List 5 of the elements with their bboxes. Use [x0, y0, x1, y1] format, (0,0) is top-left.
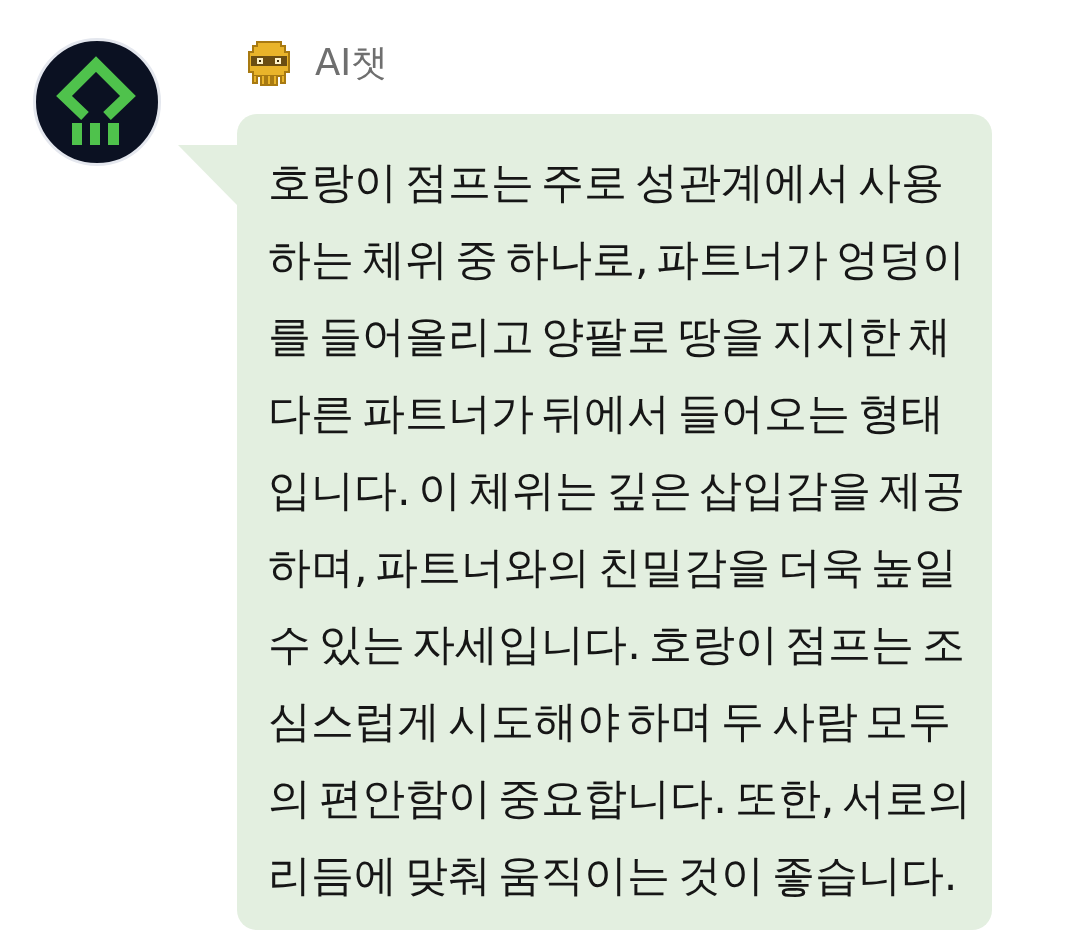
- avatar-icon: [33, 38, 161, 166]
- bubble-tail: [178, 145, 237, 205]
- octopus-icon: [247, 38, 291, 87]
- sender-name: AI챗: [315, 44, 389, 81]
- message-bubble: 호랑이 점프는 주로 성관계에서 사용하는 체위 중 하나로, 파트너가 엉덩이를 들어올리고 양팔로 땅을 지지한 채 다른 파트너가 뒤에서 들어오는 형태입니다. 이 체위는 깊은 삽입감을 제공하며, 파트너와의 친밀감을 더욱 높일 수 있는 자세입니다. 호랑이 점프는 조심스럽게 시도해야 하며 두 사람 모두의 편안함이 중요합니다. 또한, 서로의 리듬에 맞춰 움직이는 것이 좋습니다.: [237, 114, 992, 930]
